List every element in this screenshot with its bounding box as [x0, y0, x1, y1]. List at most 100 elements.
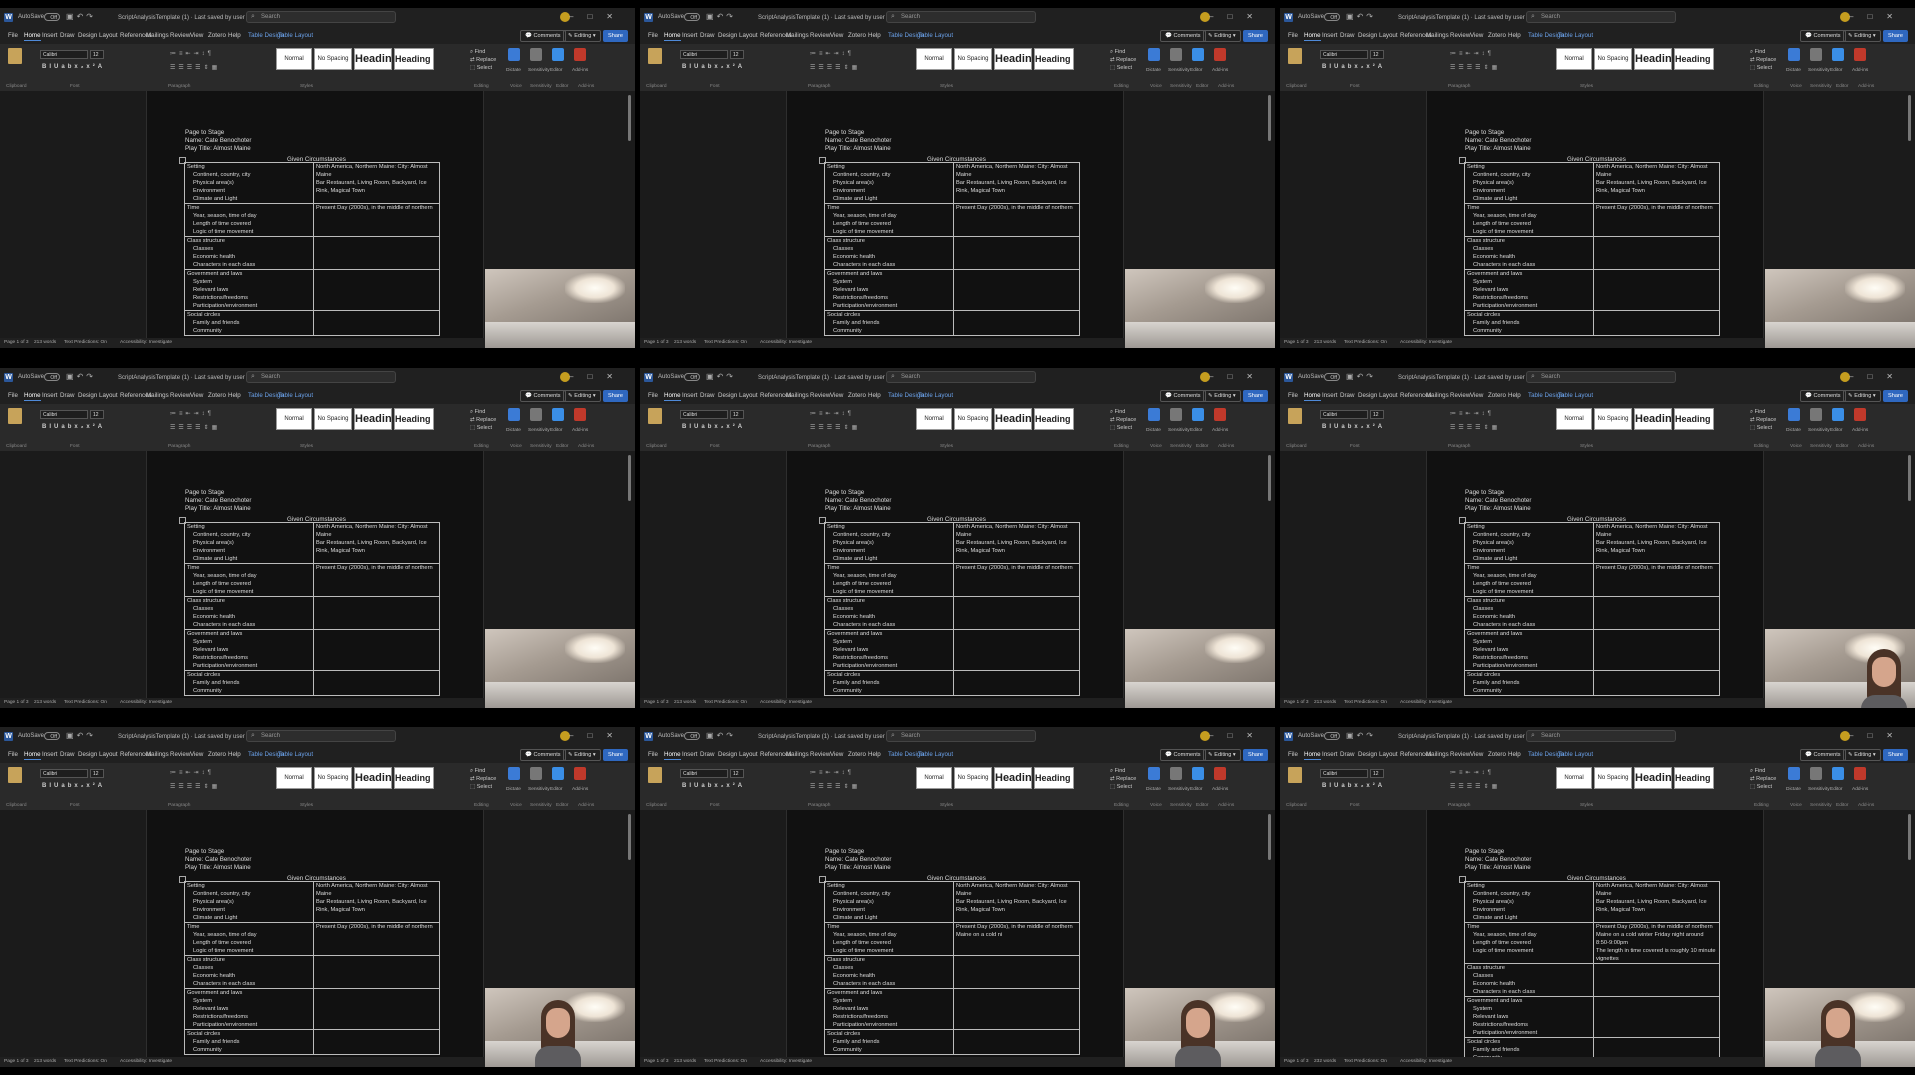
- format-A-icon[interactable]: A: [738, 424, 745, 430]
- vertical-scrollbar[interactable]: [1268, 455, 1271, 501]
- paste-icon[interactable]: [648, 48, 662, 64]
- accessibility-status[interactable]: Accessibility: Investigate: [1400, 698, 1452, 708]
- comments-button[interactable]: 💬 Comments: [1160, 30, 1206, 42]
- tab-mailings[interactable]: Mailings: [1426, 32, 1449, 39]
- row-value-cell[interactable]: [1593, 310, 1720, 336]
- row-value-cell[interactable]: North America, Northern Maine: City: Alm…: [953, 162, 1080, 204]
- align-icon[interactable]: ☰: [835, 65, 843, 71]
- align-icon[interactable]: ▦: [212, 784, 221, 790]
- tab-layout[interactable]: Layout: [99, 392, 118, 399]
- row-value-cell[interactable]: North America, Northern Maine: City: Alm…: [1593, 881, 1720, 923]
- minimize-icon[interactable]: –: [1849, 731, 1867, 740]
- undo-icon[interactable]: ↶: [717, 12, 727, 21]
- share-button[interactable]: Share: [1243, 749, 1268, 761]
- find-button[interactable]: ⌕ Find: [470, 767, 496, 775]
- share-button[interactable]: Share: [1243, 30, 1268, 42]
- maximize-icon[interactable]: □: [587, 12, 606, 21]
- row-label-cell[interactable]: Social circlesFamily and friendsCommunit…: [1464, 1037, 1594, 1057]
- align-icon[interactable]: ☰: [1467, 784, 1475, 790]
- paste-icon[interactable]: [1288, 48, 1302, 64]
- font-size-box[interactable]: 12: [90, 410, 104, 419]
- paragraph-icon[interactable]: ⇤: [1466, 51, 1474, 57]
- add-ins-icon[interactable]: [1854, 48, 1866, 61]
- font-name-box[interactable]: Calibri: [680, 50, 728, 59]
- share-button[interactable]: Share: [1883, 390, 1908, 402]
- paragraph-icon[interactable]: ¶: [848, 411, 854, 417]
- format-A-icon[interactable]: A: [738, 783, 745, 789]
- accessibility-status[interactable]: Accessibility: Investigate: [760, 338, 812, 348]
- tab-mailings[interactable]: Mailings: [786, 751, 809, 758]
- tab-mailings[interactable]: Mailings: [1426, 751, 1449, 758]
- search-box[interactable]: ⌕ Search: [886, 371, 1036, 383]
- comments-button[interactable]: 💬 Comments: [520, 390, 566, 402]
- editor-icon[interactable]: [552, 767, 564, 780]
- tab-review[interactable]: Review: [170, 32, 190, 39]
- share-button[interactable]: Share: [1243, 390, 1268, 402]
- font-size-box[interactable]: 12: [90, 769, 104, 778]
- font-name-box[interactable]: Calibri: [1320, 410, 1368, 419]
- minimize-icon[interactable]: –: [569, 372, 587, 381]
- paragraph-icon[interactable]: ⇥: [194, 770, 202, 776]
- comments-button[interactable]: 💬 Comments: [1800, 30, 1846, 42]
- tab-table-layout[interactable]: Table Layout: [918, 32, 953, 39]
- row-label-cell[interactable]: Government and laws System Relevant laws Re…: [184, 629, 314, 671]
- undo-icon[interactable]: ↶: [77, 12, 87, 21]
- row-value-cell[interactable]: [313, 988, 440, 1030]
- search-box[interactable]: ⌕ Search: [1526, 11, 1676, 23]
- text-predictions[interactable]: Text Predictions: On: [1344, 338, 1387, 348]
- row-value-cell[interactable]: North America, Northern Maine: City: Alm…: [313, 162, 440, 204]
- row-label-cell[interactable]: Government and laws System Relevant laws Re…: [824, 988, 954, 1030]
- format-x₂-icon[interactable]: x₂: [74, 424, 86, 430]
- word-count[interactable]: 213 words: [34, 698, 56, 708]
- tab-insert[interactable]: Insert: [42, 751, 57, 758]
- undo-icon[interactable]: ↶: [1357, 12, 1367, 21]
- row-label-cell[interactable]: Setting Continent, country, city Physical …: [824, 881, 954, 923]
- align-icon[interactable]: ☰: [827, 425, 835, 431]
- style-no-spacing[interactable]: No Spacing: [1594, 48, 1632, 70]
- row-value-cell[interactable]: [953, 955, 1080, 989]
- tab-insert[interactable]: Insert: [1322, 32, 1337, 39]
- format-x²-icon[interactable]: x²: [86, 783, 97, 789]
- tab-draw[interactable]: Draw: [60, 751, 74, 758]
- style-headin[interactable]: Headin: [994, 48, 1032, 70]
- tab-file[interactable]: File: [648, 751, 658, 758]
- find-button[interactable]: ⌕ Find: [470, 408, 496, 416]
- tab-home[interactable]: Home: [1304, 392, 1321, 401]
- tab-file[interactable]: File: [648, 32, 658, 39]
- page-count[interactable]: Page 1 of 3: [4, 698, 29, 708]
- row-label-cell[interactable]: Class structure Classes Economic health Cha…: [824, 236, 954, 270]
- tab-layout[interactable]: Layout: [99, 751, 118, 758]
- replace-button[interactable]: ⇄ Replace: [470, 416, 496, 424]
- align-icon[interactable]: ☰: [1475, 65, 1483, 71]
- align-icon[interactable]: ☰: [1467, 65, 1475, 71]
- tab-review[interactable]: Review: [1450, 392, 1470, 399]
- paragraph-icon[interactable]: ⇥: [834, 411, 842, 417]
- editing-mode-button[interactable]: ✎ Editing ▾: [563, 390, 601, 402]
- undo-icon[interactable]: ↶: [1357, 731, 1367, 740]
- font-size-box[interactable]: 12: [1370, 410, 1384, 419]
- font-size-box[interactable]: 12: [90, 50, 104, 59]
- tab-design[interactable]: Design: [1358, 751, 1377, 758]
- paragraph-icon[interactable]: ≔: [170, 770, 179, 776]
- row-label-cell[interactable]: Setting Continent, country, city Physical …: [1464, 162, 1594, 204]
- paragraph-icon[interactable]: ¶: [848, 51, 854, 57]
- format-ab-icon[interactable]: ab: [1341, 783, 1354, 789]
- tab-layout[interactable]: Layout: [99, 32, 118, 39]
- paragraph-icon[interactable]: ⇤: [186, 51, 194, 57]
- maximize-icon[interactable]: □: [1867, 12, 1886, 21]
- undo-icon[interactable]: ↶: [77, 372, 87, 381]
- tab-review[interactable]: Review: [170, 392, 190, 399]
- align-icon[interactable]: ☰: [1458, 784, 1466, 790]
- tab-review[interactable]: Review: [810, 392, 830, 399]
- row-label-cell[interactable]: Government and laws System Relevant laws Re…: [824, 269, 954, 311]
- minimize-icon[interactable]: –: [1209, 731, 1227, 740]
- row-label-cell[interactable]: Government and laws System Relevant laws Re…: [184, 269, 314, 311]
- tab-mailings[interactable]: Mailings: [786, 32, 809, 39]
- align-icon[interactable]: ☰: [835, 784, 843, 790]
- maximize-icon[interactable]: □: [1227, 372, 1246, 381]
- style-heading-2[interactable]: Heading 2: [394, 767, 434, 789]
- row-label-cell[interactable]: Class structure Classes Economic health Cha…: [824, 596, 954, 630]
- tab-mailings[interactable]: Mailings: [146, 751, 169, 758]
- page-count[interactable]: Page 1 of 3: [644, 698, 669, 708]
- sensitivity-icon[interactable]: [530, 408, 542, 421]
